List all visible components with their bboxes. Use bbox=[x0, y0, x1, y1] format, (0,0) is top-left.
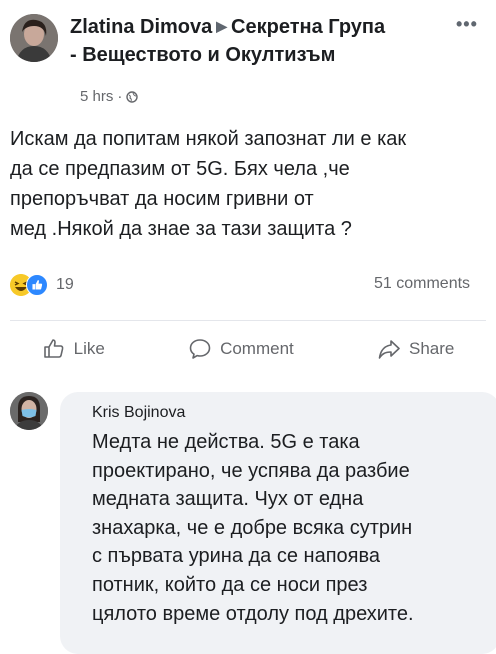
divider bbox=[10, 320, 486, 321]
like-reaction-icon bbox=[26, 274, 48, 296]
commenter-avatar[interactable] bbox=[10, 392, 48, 430]
post-action-bar: Like Comment Share bbox=[0, 333, 496, 365]
thumbs-up-icon bbox=[43, 339, 64, 358]
commenter-name[interactable]: Kris Bojinova bbox=[92, 404, 185, 422]
comment-button[interactable]: Comment bbox=[188, 333, 294, 365]
reactions-summary[interactable]: 19 bbox=[10, 274, 74, 296]
group-name-continued[interactable]: - Веществото и Окултизъм bbox=[70, 44, 335, 66]
like-label: Like bbox=[73, 339, 105, 358]
post-meta: 5 hrs · bbox=[80, 88, 139, 105]
comment-label: Comment bbox=[220, 339, 294, 358]
globe-icon bbox=[126, 90, 139, 103]
comment-bubble-icon bbox=[189, 339, 211, 359]
group-name[interactable]: Секретна Група bbox=[231, 16, 385, 38]
comments-count[interactable]: 51 comments bbox=[374, 275, 470, 293]
post-text: Искам да попитам някой запознат ли е как… bbox=[10, 128, 407, 240]
author-name[interactable]: Zlatina Dimova bbox=[70, 16, 212, 38]
post-time[interactable]: 5 hrs bbox=[80, 88, 113, 105]
triangle-right-icon: ▶ bbox=[216, 18, 228, 34]
reaction-count: 19 bbox=[56, 276, 74, 293]
like-button[interactable]: Like bbox=[42, 333, 105, 365]
comment-text: Медта не действа. 5G е така проектирано,… bbox=[92, 431, 414, 625]
more-options-icon[interactable]: ••• bbox=[456, 14, 478, 35]
share-label: Share bbox=[409, 339, 455, 358]
share-button[interactable]: Share bbox=[377, 333, 454, 365]
share-arrow-icon bbox=[378, 340, 400, 359]
post-header: Zlatina Dimova ▶ Секретна Група - Вещество… bbox=[70, 12, 430, 69]
author-avatar[interactable] bbox=[10, 14, 58, 62]
